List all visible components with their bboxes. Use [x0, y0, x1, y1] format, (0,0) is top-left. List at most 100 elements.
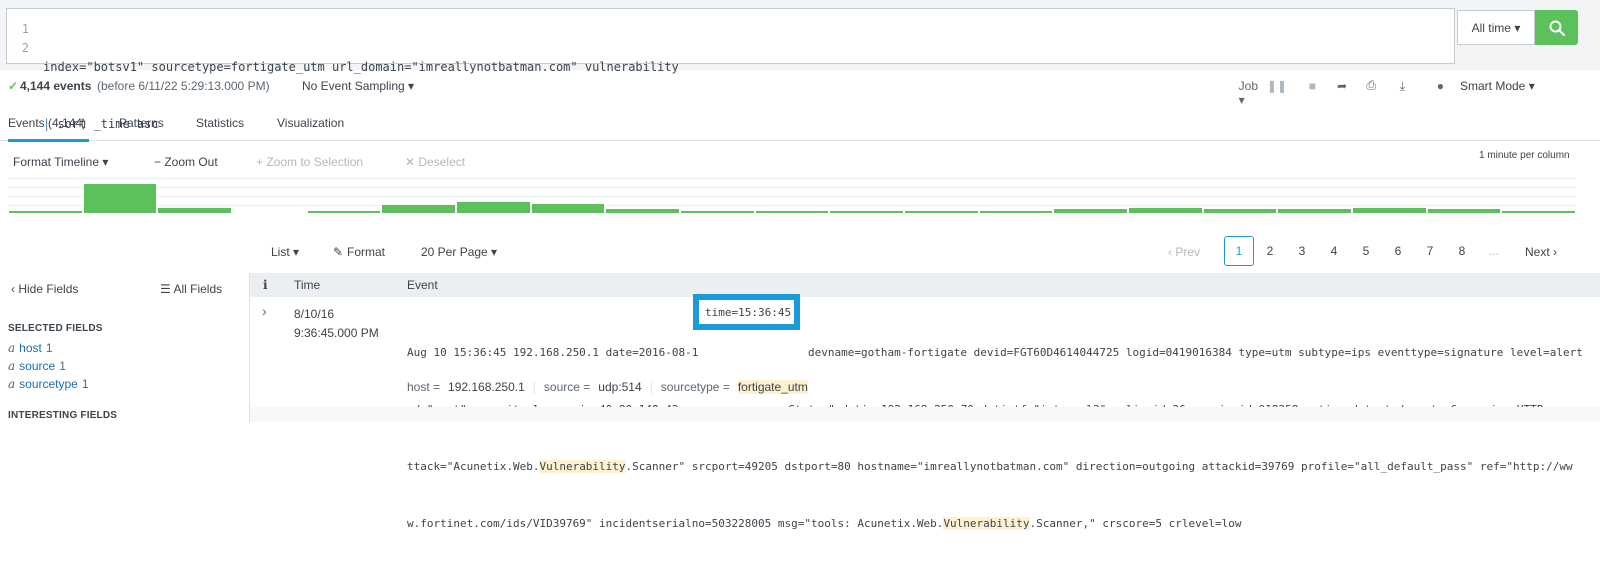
raw-segment: Aug 10 15:36:45 192.168.250.1 date=2016-…	[407, 346, 699, 359]
timeline-chart[interactable]	[8, 178, 1576, 213]
list-view-dropdown[interactable]: List ▾	[271, 245, 299, 259]
event-sampling-dropdown[interactable]: No Event Sampling ▾	[302, 79, 414, 93]
page-8-button[interactable]: 8	[1447, 236, 1477, 266]
field-name[interactable]: sourcetype	[19, 377, 78, 391]
events-table-header: i Time Event	[250, 273, 1600, 297]
search-mode-dropdown[interactable]: Smart Mode ▾	[1460, 79, 1568, 93]
job-menu[interactable]: Job ▾	[1239, 79, 1258, 107]
search-term-highlight[interactable]: Vulnerability	[943, 517, 1030, 530]
timeline-gridline	[8, 178, 1576, 179]
timeline-bar[interactable]	[9, 211, 82, 213]
page-3-button[interactable]: 3	[1287, 236, 1317, 266]
timeline-bar[interactable]	[531, 204, 605, 213]
line-numbers: 1 2	[15, 20, 29, 58]
stop-icon[interactable]: ■	[1309, 79, 1316, 93]
field-source[interactable]: a source 1	[8, 359, 66, 373]
time-range-picker[interactable]: All time ▾	[1457, 10, 1535, 45]
timeline-bar[interactable]	[979, 211, 1053, 213]
timeline-bar[interactable]	[158, 208, 231, 213]
active-tab-indicator	[8, 139, 89, 142]
search-button[interactable]	[1535, 10, 1578, 45]
page-4-button[interactable]: 4	[1319, 236, 1349, 266]
sourcetype-field-label: sourcetype =	[660, 380, 730, 394]
timeline-controls: Format Timeline ▾ − Zoom Out + Zoom to S…	[0, 150, 1600, 172]
timeline-bar[interactable]	[1129, 208, 1202, 213]
raw-line-1: Aug 10 15:36:45 192.168.250.1 date=2016-…	[407, 343, 1583, 362]
page-ellipsis: ...	[1488, 244, 1499, 258]
page-6-button[interactable]: 6	[1383, 236, 1413, 266]
pause-icon[interactable]: ❚❚	[1267, 79, 1287, 93]
expand-event-chevron-icon[interactable]: ›	[262, 303, 267, 319]
raw-segment: w.fortinet.com/ids/VID39769" incidentser…	[407, 517, 944, 530]
timeline-bar[interactable]	[830, 211, 903, 213]
field-count: 1	[59, 359, 66, 373]
source-field-value[interactable]: udp:514	[598, 380, 641, 394]
zoom-to-selection-button[interactable]: + Zoom to Selection	[256, 155, 363, 169]
timeline-bar[interactable]	[1203, 209, 1277, 213]
bulb-icon: ●	[1436, 79, 1444, 93]
search-term-highlight[interactable]: Vulnerability	[539, 460, 626, 473]
tab-patterns[interactable]: Patterns	[119, 116, 164, 130]
event-column-header[interactable]: Event	[407, 278, 438, 292]
timeline-bar[interactable]	[1427, 209, 1501, 213]
source-field-label: source =	[543, 380, 591, 394]
timeline-bar[interactable]	[1054, 209, 1127, 213]
hide-fields-label: Hide Fields	[18, 282, 79, 296]
field-sourcetype[interactable]: a sourcetype 1	[8, 377, 89, 391]
timeline-bar[interactable]	[1353, 208, 1426, 213]
next-page-button[interactable]: Next ›	[1525, 245, 1557, 259]
page-1-button[interactable]: 1	[1224, 236, 1254, 266]
timeline-bar[interactable]	[681, 211, 754, 213]
selected-fields-heading: SELECTED FIELDS	[8, 323, 103, 334]
all-fields-button[interactable]: ☰ All Fields	[160, 282, 222, 296]
tab-visualization[interactable]: Visualization	[277, 116, 344, 130]
search-time-bound: (before 6/11/22 5:29:13.000 PM)	[97, 79, 270, 93]
time-column-header[interactable]: Time	[294, 278, 320, 292]
timeline-bar[interactable]	[83, 184, 157, 213]
prev-page-button[interactable]: ‹ Prev	[1168, 245, 1200, 259]
interesting-fields-heading: INTERESTING FIELDS	[8, 410, 118, 421]
timeline-bar[interactable]	[307, 211, 381, 213]
page-2-button[interactable]: 2	[1255, 236, 1285, 266]
list-icon: ☰	[160, 282, 171, 296]
event-field-summary: host = 192.168.250.1 | source = udp:514 …	[407, 380, 808, 394]
field-host[interactable]: a host 1	[8, 341, 53, 355]
timeline-bar[interactable]	[457, 202, 530, 213]
export-icon[interactable]: ⤓	[1400, 79, 1405, 94]
timeline-bar[interactable]	[382, 205, 455, 213]
raw-segment: .Scanner" srcport=49205 dstport=80 hostn…	[625, 460, 1573, 473]
annotation-highlight-box: time=15:36:45	[693, 294, 800, 330]
field-count: 1	[81, 377, 89, 391]
format-button[interactable]: Format	[347, 245, 385, 259]
field-type: a	[8, 377, 16, 391]
timeline-gridline	[8, 187, 1576, 188]
page-5-button[interactable]: 5	[1351, 236, 1381, 266]
tab-statistics[interactable]: Statistics	[196, 116, 244, 130]
format-timeline-dropdown[interactable]: Format Timeline ▾	[13, 155, 108, 169]
timeline-bar[interactable]	[905, 211, 978, 213]
job-status-bar: ✓ 4,144 events (before 6/11/22 5:29:13.0…	[0, 72, 1600, 107]
line-number: 1	[21, 22, 29, 36]
search-query-editor[interactable]: 1 2 index="botsv1" sourcetype=fortigate_…	[6, 8, 1455, 131]
sourcetype-field-value[interactable]: fortigate_utm	[737, 380, 808, 394]
per-page-dropdown[interactable]: 20 Per Page ▾	[421, 245, 497, 259]
timeline-bar[interactable]	[1278, 209, 1351, 213]
timeline-bar[interactable]	[755, 211, 829, 213]
host-field-value[interactable]: 192.168.250.1	[448, 380, 525, 394]
search-icon	[1549, 20, 1565, 36]
zoom-out-button[interactable]: − Zoom Out	[154, 155, 218, 169]
field-name[interactable]: source	[19, 359, 55, 373]
deselect-button[interactable]: ✕ Deselect	[405, 155, 465, 169]
results-tabs: Events (4,144) Patterns Statistics Visua…	[0, 106, 1600, 142]
share-icon[interactable]: ➦	[1337, 79, 1347, 93]
print-icon[interactable]: ⎙	[1366, 78, 1376, 93]
timeline-bar[interactable]	[606, 209, 679, 213]
event-count: 4,144 events	[20, 79, 92, 93]
hide-fields-button[interactable]: ‹ Hide Fields	[11, 282, 78, 296]
raw-line-4: w.fortinet.com/ids/VID39769" incidentser…	[407, 514, 1547, 533]
event-date: 8/10/16	[294, 307, 335, 321]
page-7-button[interactable]: 7	[1415, 236, 1445, 266]
field-name[interactable]: host	[19, 341, 42, 355]
tab-events[interactable]: Events (4,144)	[8, 116, 86, 130]
timeline-bar[interactable]	[1502, 211, 1575, 213]
